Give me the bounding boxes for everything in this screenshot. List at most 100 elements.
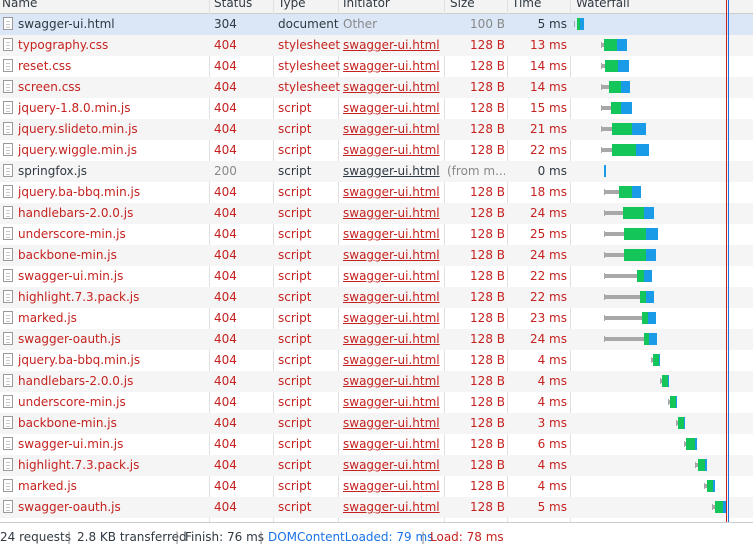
request-initiator[interactable]: swagger-ui.html <box>343 140 443 161</box>
request-name[interactable]: swagger-ui.min.js <box>18 266 208 287</box>
request-row[interactable]: highlight.7.3.pack.js 404 script swagger-ui… <box>0 455 753 476</box>
waterfall-download-bar <box>580 18 584 30</box>
request-row[interactable]: marked.js 404 script swagger-ui.html 128 B 23… <box>0 308 753 329</box>
request-name[interactable]: jquery.ba-bbq.min.js <box>18 182 208 203</box>
column-header-initiator[interactable]: Initiator <box>343 0 443 13</box>
column-header-status[interactable]: Status <box>214 0 270 13</box>
request-initiator[interactable]: swagger-ui.html <box>343 161 443 182</box>
request-initiator[interactable]: swagger-ui.html <box>343 434 443 455</box>
request-time: 24 ms <box>529 332 567 346</box>
request-initiator[interactable]: swagger-ui.html <box>343 98 443 119</box>
request-row[interactable]: swagger-ui.min.js 404 script swagger-ui.htm… <box>0 266 753 287</box>
request-row[interactable]: backbone-min.js 404 script swagger-ui.html 1… <box>0 245 753 266</box>
request-initiator[interactable]: swagger-ui.html <box>343 476 443 497</box>
request-initiator[interactable]: swagger-ui.html <box>343 182 443 203</box>
waterfall-queue-bar <box>604 232 624 236</box>
request-name[interactable]: jquery.ba-bbq.min.js <box>18 350 208 371</box>
request-initiator[interactable]: swagger-ui.html <box>343 77 443 98</box>
request-name[interactable]: marked.js <box>18 476 208 497</box>
request-name[interactable]: jquery.wiggle.min.js <box>18 140 208 161</box>
request-initiator[interactable]: swagger-ui.html <box>343 119 443 140</box>
request-initiator[interactable]: swagger-ui.html <box>343 203 443 224</box>
request-name[interactable]: backbone-min.js <box>18 245 208 266</box>
column-header-size[interactable]: Size <box>450 0 506 13</box>
request-row[interactable]: springfox.js 200 script swagger-ui.html (fro… <box>0 161 753 182</box>
waterfall-waiting-bar <box>619 186 632 198</box>
request-initiator[interactable]: swagger-ui.html <box>343 245 443 266</box>
request-row[interactable]: swagger-oauth.js 404 script swagger-ui.html… <box>0 497 753 518</box>
column-header-time[interactable]: Time <box>512 0 568 13</box>
waterfall-waiting-bar <box>611 102 621 114</box>
request-name[interactable]: highlight.7.3.pack.js <box>18 287 208 308</box>
request-size: (from m... <box>447 164 505 178</box>
request-initiator[interactable]: swagger-ui.html <box>343 56 443 77</box>
request-type: script <box>278 290 312 304</box>
request-initiator[interactable]: swagger-ui.html <box>343 392 443 413</box>
request-initiator[interactable]: swagger-ui.html <box>343 497 443 518</box>
request-name[interactable]: swagger-ui.html <box>18 14 208 35</box>
request-status: 404 <box>214 416 237 430</box>
request-name[interactable]: screen.css <box>18 77 208 98</box>
request-initiator[interactable]: swagger-ui.html <box>343 413 443 434</box>
column-header-waterfall[interactable]: Waterfall <box>576 0 746 13</box>
waterfall-download-bar <box>646 291 654 303</box>
request-name[interactable]: springfox.js <box>18 161 208 182</box>
file-icon <box>3 500 13 513</box>
column-header-name[interactable]: Name <box>2 0 202 13</box>
request-name[interactable]: typography.css <box>18 35 208 56</box>
request-name[interactable]: underscore-min.js <box>18 224 208 245</box>
file-icon <box>3 227 13 240</box>
request-name[interactable]: highlight.7.3.pack.js <box>18 455 208 476</box>
request-initiator[interactable]: swagger-ui.html <box>343 350 443 371</box>
request-name[interactable]: backbone-min.js <box>18 413 208 434</box>
request-name[interactable]: handlebars-2.0.0.js <box>18 203 208 224</box>
separator: | <box>67 530 72 544</box>
request-row[interactable]: jquery.ba-bbq.min.js 404 script swagger-ui.… <box>0 182 753 203</box>
request-row[interactable]: marked.js 404 script swagger-ui.html 128 B 4 … <box>0 476 753 497</box>
waterfall-download-bar <box>632 123 646 135</box>
request-row[interactable]: underscore-min.js 404 script swagger-ui.htm… <box>0 392 753 413</box>
request-initiator[interactable]: swagger-ui.html <box>343 224 443 245</box>
request-name[interactable]: jquery.slideto.min.js <box>18 119 208 140</box>
file-icon <box>3 143 13 156</box>
column-header-type[interactable]: Type <box>278 0 338 13</box>
request-initiator[interactable]: swagger-ui.html <box>343 287 443 308</box>
request-row[interactable]: highlight.7.3.pack.js 404 script swagger-ui… <box>0 287 753 308</box>
request-name[interactable]: swagger-oauth.js <box>18 497 208 518</box>
request-row[interactable]: typography.css 404 stylesheet swagger-ui.ht… <box>0 35 753 56</box>
request-row[interactable]: reset.css 404 stylesheet swagger-ui.html 128… <box>0 56 753 77</box>
request-initiator[interactable]: swagger-ui.html <box>343 455 443 476</box>
request-name[interactable]: underscore-min.js <box>18 392 208 413</box>
request-initiator[interactable]: swagger-ui.html <box>343 35 443 56</box>
request-initiator[interactable]: swagger-ui.html <box>343 329 443 350</box>
request-name[interactable]: handlebars-2.0.0.js <box>18 371 208 392</box>
waterfall-download-bar <box>621 81 630 93</box>
request-initiator[interactable]: swagger-ui.html <box>343 371 443 392</box>
request-row[interactable]: swagger-oauth.js 404 script swagger-ui.html… <box>0 329 753 350</box>
request-status: 200 <box>214 164 237 178</box>
request-row[interactable]: jquery-1.8.0.min.js 404 script swagger-ui.h… <box>0 98 753 119</box>
request-name[interactable]: swagger-oauth.js <box>18 329 208 350</box>
request-row[interactable]: handlebars-2.0.0.js 404 script swagger-ui.h… <box>0 371 753 392</box>
request-name[interactable]: swagger-ui.min.js <box>18 434 208 455</box>
request-name[interactable]: jquery-1.8.0.min.js <box>18 98 208 119</box>
request-time: 4 ms <box>537 479 567 493</box>
request-row[interactable]: handlebars-2.0.0.js 404 script swagger-ui.h… <box>0 203 753 224</box>
request-initiator[interactable]: swagger-ui.html <box>343 308 443 329</box>
request-row[interactable]: underscore-min.js 404 script swagger-ui.htm… <box>0 224 753 245</box>
request-row[interactable]: backbone-min.js 404 script swagger-ui.html 1… <box>0 413 753 434</box>
request-row[interactable]: swagger-ui.min.js 404 script swagger-ui.htm… <box>0 434 753 455</box>
transferred-size: 2.8 KB transferred <box>77 530 187 544</box>
request-row[interactable]: swagger-ui.html 304 document Other 100 B 5 ms <box>0 14 753 35</box>
request-type: script <box>278 143 312 157</box>
request-row[interactable]: jquery.ba-bbq.min.js 404 script swagger-ui.… <box>0 350 753 371</box>
waterfall-download-bar <box>695 438 697 450</box>
request-type: script <box>278 353 312 367</box>
request-name[interactable]: reset.css <box>18 56 208 77</box>
request-initiator[interactable]: swagger-ui.html <box>343 266 443 287</box>
request-row[interactable]: jquery.slideto.min.js 404 script swagger-ui… <box>0 119 753 140</box>
dom-content-loaded-line <box>728 0 729 522</box>
request-row[interactable]: screen.css 404 stylesheet swagger-ui.html 12… <box>0 77 753 98</box>
request-name[interactable]: marked.js <box>18 308 208 329</box>
request-row[interactable]: jquery.wiggle.min.js 404 script swagger-ui.… <box>0 140 753 161</box>
